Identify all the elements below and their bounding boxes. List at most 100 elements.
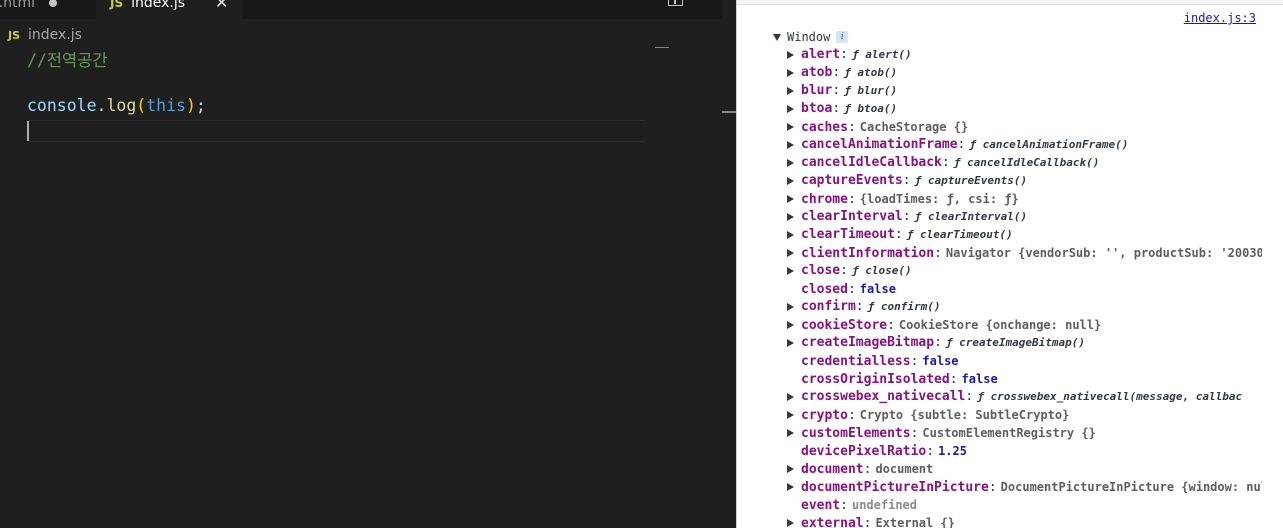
property-key: clearTimeout: ƒ clearTimeout(): [801, 226, 1013, 244]
expand-triangle-icon[interactable]: [787, 213, 794, 221]
property-value: Crypto {subtle: SubtleCrypto}: [859, 408, 1070, 422]
property-row[interactable]: credentialless: false: [787, 352, 1262, 370]
property-row[interactable]: cancelIdleCallback: ƒ cancelIdleCallback(…: [787, 154, 1262, 172]
property-row[interactable]: atob: ƒ atob(): [787, 64, 1262, 82]
expand-triangle-icon[interactable]: [787, 51, 794, 59]
token-dot: .: [96, 96, 107, 115]
property-row[interactable]: customElements: CustomElementRegistry {}: [787, 424, 1262, 442]
property-row[interactable]: external: External {}: [787, 514, 1262, 528]
property-row[interactable]: event: undefined: [787, 496, 1262, 514]
property-colon: :: [847, 408, 856, 423]
expand-triangle-icon[interactable]: [787, 69, 794, 77]
property-row[interactable]: captureEvents: ƒ captureEvents(): [787, 172, 1262, 190]
property-row[interactable]: documentPictureInPicture: DocumentPicture…: [787, 478, 1262, 496]
property-row[interactable]: clearInterval: ƒ clearInterval(): [787, 208, 1262, 226]
property-row[interactable]: confirm: ƒ confirm(): [787, 298, 1262, 316]
property-key-text: captureEvents: [801, 173, 903, 188]
token-open-paren: (: [136, 96, 147, 115]
property-value: {loadTimes: ƒ, csi: ƒ}: [859, 192, 1019, 206]
property-key-text: clientInformation: [801, 246, 935, 261]
expand-triangle-icon[interactable]: [787, 393, 794, 401]
tab-label: ex.html: [0, 0, 35, 11]
expand-triangle-icon[interactable]: [787, 231, 794, 239]
property-key-text: createImageBitmap: [801, 335, 935, 350]
expand-triangle-icon[interactable]: [787, 303, 794, 311]
property-row[interactable]: cancelAnimationFrame: ƒ cancelAnimationFr…: [787, 136, 1262, 154]
property-row[interactable]: btoa: ƒ btoa(): [787, 100, 1262, 118]
tab-index-html[interactable]: ex.html: [0, 0, 94, 19]
property-colon: :: [847, 120, 856, 135]
source-link[interactable]: index.js:3: [1184, 11, 1256, 25]
property-row[interactable]: createImageBitmap: ƒ createImageBitmap(): [787, 334, 1262, 352]
js-file-icon: JS: [110, 0, 124, 10]
property-colon: :: [840, 47, 848, 62]
code-line-console-log[interactable]: console.log(this);: [27, 96, 206, 115]
window-object-row[interactable]: Window i: [773, 29, 849, 45]
property-value: ƒ atob(): [844, 66, 898, 79]
close-tab-icon[interactable]: ✕: [215, 0, 228, 12]
expand-triangle-icon[interactable]: [787, 141, 794, 149]
expand-triangle-icon[interactable]: [787, 177, 794, 185]
property-row[interactable]: closed: false: [787, 280, 1262, 298]
info-icon[interactable]: i: [836, 31, 849, 43]
editor-scrollbar[interactable]: [722, 0, 736, 528]
expand-triangle-icon[interactable]: [787, 411, 794, 419]
expand-triangle-icon[interactable]: [787, 123, 794, 131]
property-value: CookieStore {onchange: null}: [898, 318, 1102, 332]
minimap[interactable]: [655, 47, 669, 50]
expand-triangle-icon[interactable]: [787, 465, 794, 473]
split-editor-icon[interactable]: [668, 0, 683, 6]
property-row[interactable]: alert: ƒ alert(): [787, 46, 1262, 64]
property-row[interactable]: caches: CacheStorage {}: [787, 118, 1262, 136]
expand-triangle-icon[interactable]: [787, 105, 794, 113]
expand-triangle-icon[interactable]: [787, 159, 794, 167]
property-key: btoa: ƒ btoa(): [801, 100, 897, 118]
breadcrumb: JS index.js: [8, 26, 82, 44]
code-line-comment[interactable]: //전역공간: [27, 47, 108, 71]
expand-triangle-icon[interactable]: [787, 267, 794, 275]
property-key: crosswebex_nativecall: ƒ crosswebex_nativ…: [801, 388, 1242, 406]
property-value: ƒ blur(): [844, 84, 898, 97]
property-value: External {}: [875, 516, 955, 528]
property-key-text: external: [801, 516, 864, 528]
property-key-text: cancelAnimationFrame: [801, 137, 958, 152]
property-row[interactable]: document: document: [787, 460, 1262, 478]
property-colon: :: [847, 282, 856, 297]
property-row[interactable]: clientInformation: Navigator {vendorSub: …: [787, 244, 1262, 262]
token-close-paren: ): [185, 96, 196, 115]
property-row[interactable]: crypto: Crypto {subtle: SubtleCrypto}: [787, 406, 1262, 424]
expand-triangle-icon[interactable]: [787, 87, 794, 95]
breadcrumb-file[interactable]: index.js: [28, 27, 82, 43]
property-key: documentPictureInPicture: DocumentPicture…: [801, 478, 1262, 496]
tab-index-js[interactable]: JS index.js ✕: [96, 0, 242, 19]
property-key: atob: ƒ atob(): [801, 64, 897, 82]
expand-triangle-icon[interactable]: [787, 249, 794, 257]
property-colon: :: [863, 516, 872, 528]
expand-triangle-icon[interactable]: [787, 429, 794, 437]
expand-triangle-icon[interactable]: [787, 339, 794, 347]
expand-triangle-icon[interactable]: [787, 195, 794, 203]
property-colon: :: [910, 354, 919, 369]
editor-tab-bar: ex.html JS index.js ✕ ···: [0, 0, 736, 19]
property-colon: :: [840, 263, 848, 278]
property-key-text: crossOriginIsolated: [801, 372, 950, 387]
expand-triangle-icon[interactable]: [787, 321, 794, 329]
property-key: confirm: ƒ confirm(): [801, 298, 940, 316]
property-key-text: customElements: [801, 426, 911, 441]
property-row[interactable]: blur: ƒ blur(): [787, 82, 1262, 100]
property-row[interactable]: clearTimeout: ƒ clearTimeout(): [787, 226, 1262, 244]
expand-triangle-icon[interactable]: [787, 483, 794, 491]
property-row[interactable]: crossOriginIsolated: false: [787, 370, 1262, 388]
property-row[interactable]: cookieStore: CookieStore {onchange: null}: [787, 316, 1262, 334]
property-row[interactable]: devicePixelRatio: 1.25: [787, 442, 1262, 460]
property-row[interactable]: chrome: {loadTimes: ƒ, csi: ƒ}: [787, 190, 1262, 208]
property-row[interactable]: crosswebex_nativecall: ƒ crosswebex_nativ…: [787, 388, 1262, 406]
expand-triangle-icon[interactable]: [787, 519, 794, 527]
property-colon: :: [902, 173, 911, 188]
expand-triangle-down-icon[interactable]: [773, 33, 781, 41]
property-value: 1.25: [938, 444, 967, 458]
property-row[interactable]: close: ƒ close(): [787, 262, 1262, 280]
property-key-text: closed: [801, 282, 848, 297]
property-key-text: crypto: [801, 408, 848, 423]
more-actions-icon[interactable]: ···: [700, 0, 718, 7]
